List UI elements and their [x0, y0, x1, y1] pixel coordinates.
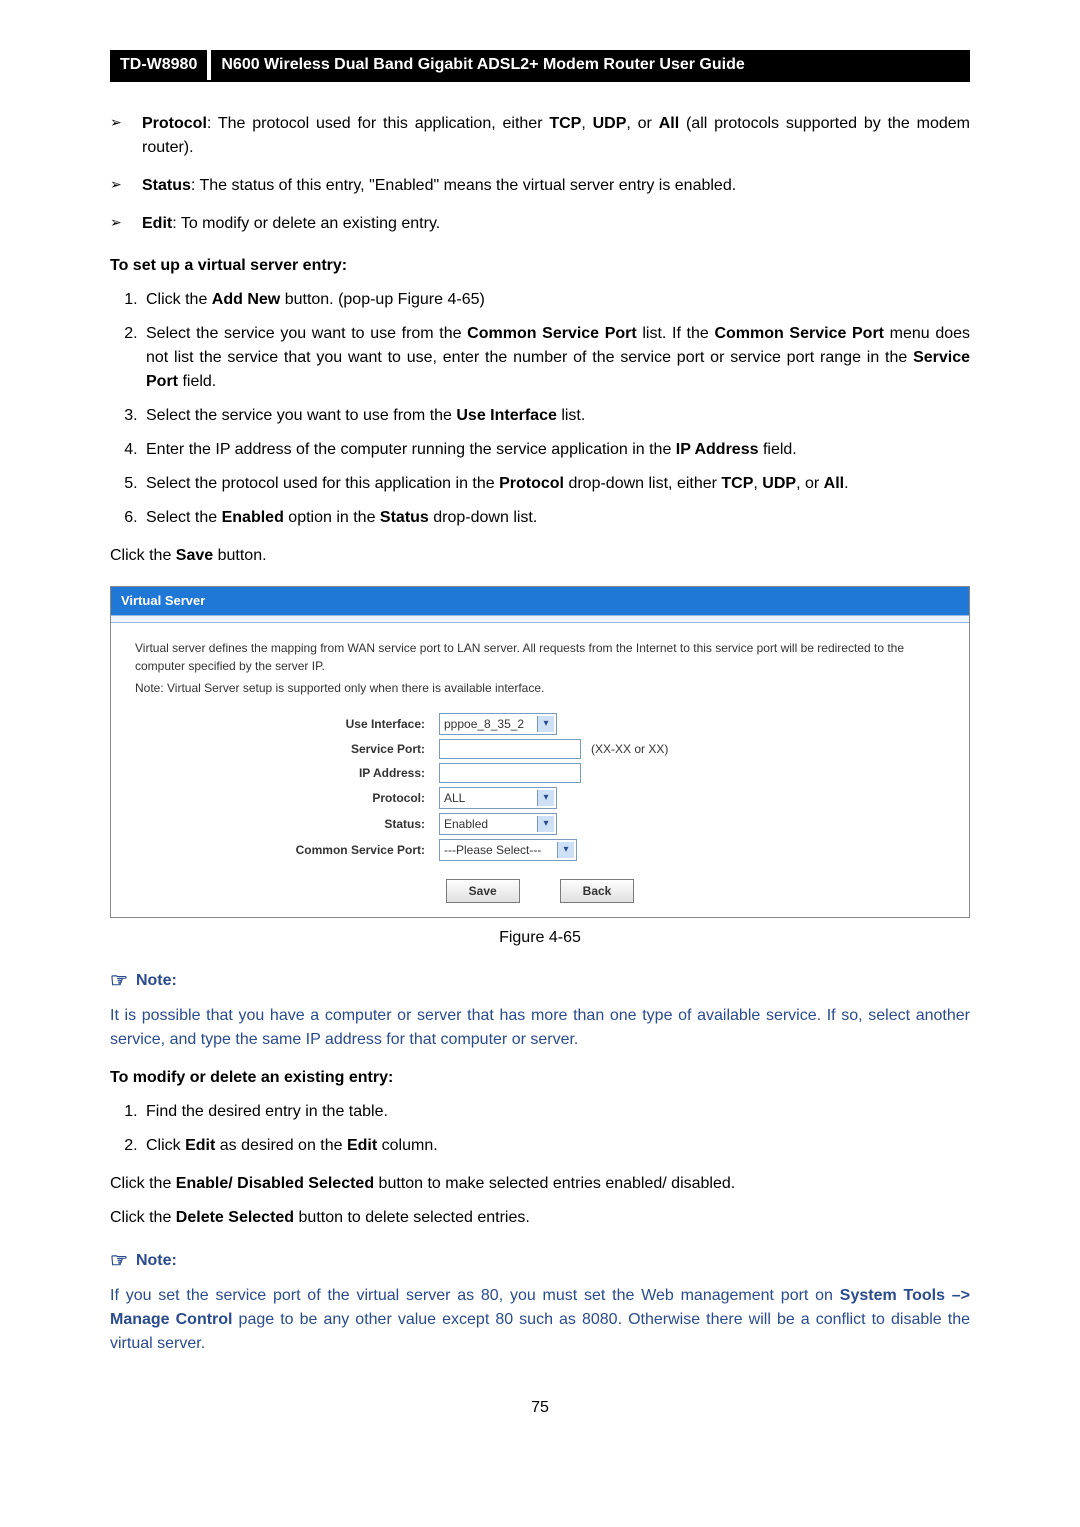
setup-step-2: Select the service you want to use from …: [142, 322, 970, 394]
ip-address-input[interactable]: [439, 763, 581, 783]
page-header: TD-W8980 N600 Wireless Dual Band Gigabit…: [110, 50, 970, 82]
setup-step-4: Enter the IP address of the computer run…: [142, 438, 970, 462]
chevron-down-icon: ▾: [557, 842, 574, 858]
service-port-input[interactable]: [439, 739, 581, 759]
bullet-list: Protocol: The protocol used for this app…: [110, 112, 970, 236]
bullet-edit: Edit: To modify or delete an existing en…: [142, 212, 970, 236]
use-interface-value: pppoe_8_35_2: [444, 715, 524, 733]
label-service-port: Service Port:: [135, 740, 439, 758]
setup-step-5: Select the protocol used for this applic…: [142, 472, 970, 496]
setup-step-6: Select the Enabled option in the Status …: [142, 506, 970, 530]
label-ip-address: IP Address:: [135, 764, 439, 782]
status-value: Enabled: [444, 815, 488, 833]
note-body-1: It is possible that you have a computer …: [110, 1004, 970, 1052]
page-number: 75: [110, 1396, 970, 1420]
click-save-text: Click the Save button.: [110, 544, 970, 568]
chevron-down-icon: ▾: [537, 790, 554, 806]
back-button[interactable]: Back: [560, 879, 635, 903]
modify-title: To modify or delete an existing entry:: [110, 1066, 970, 1090]
status-select[interactable]: Enabled ▾: [439, 813, 557, 835]
bullet-protocol: Protocol: The protocol used for this app…: [142, 112, 970, 160]
chevron-down-icon: ▾: [537, 816, 554, 832]
chevron-down-icon: ▾: [537, 716, 554, 732]
label-use-interface: Use Interface:: [135, 715, 439, 733]
bullet-status: Status: The status of this entry, "Enabl…: [142, 174, 970, 198]
save-button[interactable]: Save: [446, 879, 520, 903]
setup-step-3: Select the service you want to use from …: [142, 404, 970, 428]
note-heading-2: ☞ Note:: [110, 1246, 970, 1276]
protocol-value: ALL: [444, 789, 465, 807]
screenshot-divider: [111, 615, 969, 623]
header-title: N600 Wireless Dual Band Gigabit ADSL2+ M…: [211, 50, 970, 80]
delete-selected-text: Click the Delete Selected button to dele…: [110, 1206, 970, 1230]
modify-steps: Find the desired entry in the table. Cli…: [110, 1100, 970, 1158]
setup-title: To set up a virtual server entry:: [110, 254, 970, 278]
setup-step-1: Click the Add New button. (pop-up Figure…: [142, 288, 970, 312]
label-status: Status:: [135, 815, 439, 833]
pointing-hand-icon: ☞: [110, 1246, 128, 1276]
label-protocol: Protocol:: [135, 789, 439, 807]
modify-step-2: Click Edit as desired on the Edit column…: [142, 1134, 970, 1158]
common-service-port-value: ---Please Select---: [444, 841, 541, 859]
protocol-select[interactable]: ALL ▾: [439, 787, 557, 809]
use-interface-select[interactable]: pppoe_8_35_2 ▾: [439, 713, 557, 735]
screenshot-note: Note: Virtual Server setup is supported …: [135, 679, 945, 697]
virtual-server-screenshot: Virtual Server Virtual server defines th…: [110, 586, 970, 918]
screenshot-description: Virtual server defines the mapping from …: [135, 639, 945, 675]
modify-step-1: Find the desired entry in the table.: [142, 1100, 970, 1124]
pointing-hand-icon: ☞: [110, 966, 128, 996]
label-common-service-port: Common Service Port:: [135, 841, 439, 859]
service-port-hint: (XX-XX or XX): [591, 740, 668, 758]
enable-disable-text: Click the Enable/ Disabled Selected butt…: [110, 1172, 970, 1196]
setup-steps: Click the Add New button. (pop-up Figure…: [110, 288, 970, 530]
common-service-port-select[interactable]: ---Please Select--- ▾: [439, 839, 577, 861]
note-body-2: If you set the service port of the virtu…: [110, 1284, 970, 1356]
note-heading-1: ☞ Note:: [110, 966, 970, 996]
figure-caption: Figure 4-65: [110, 926, 970, 950]
screenshot-title: Virtual Server: [111, 587, 969, 615]
header-model: TD-W8980: [110, 50, 207, 80]
